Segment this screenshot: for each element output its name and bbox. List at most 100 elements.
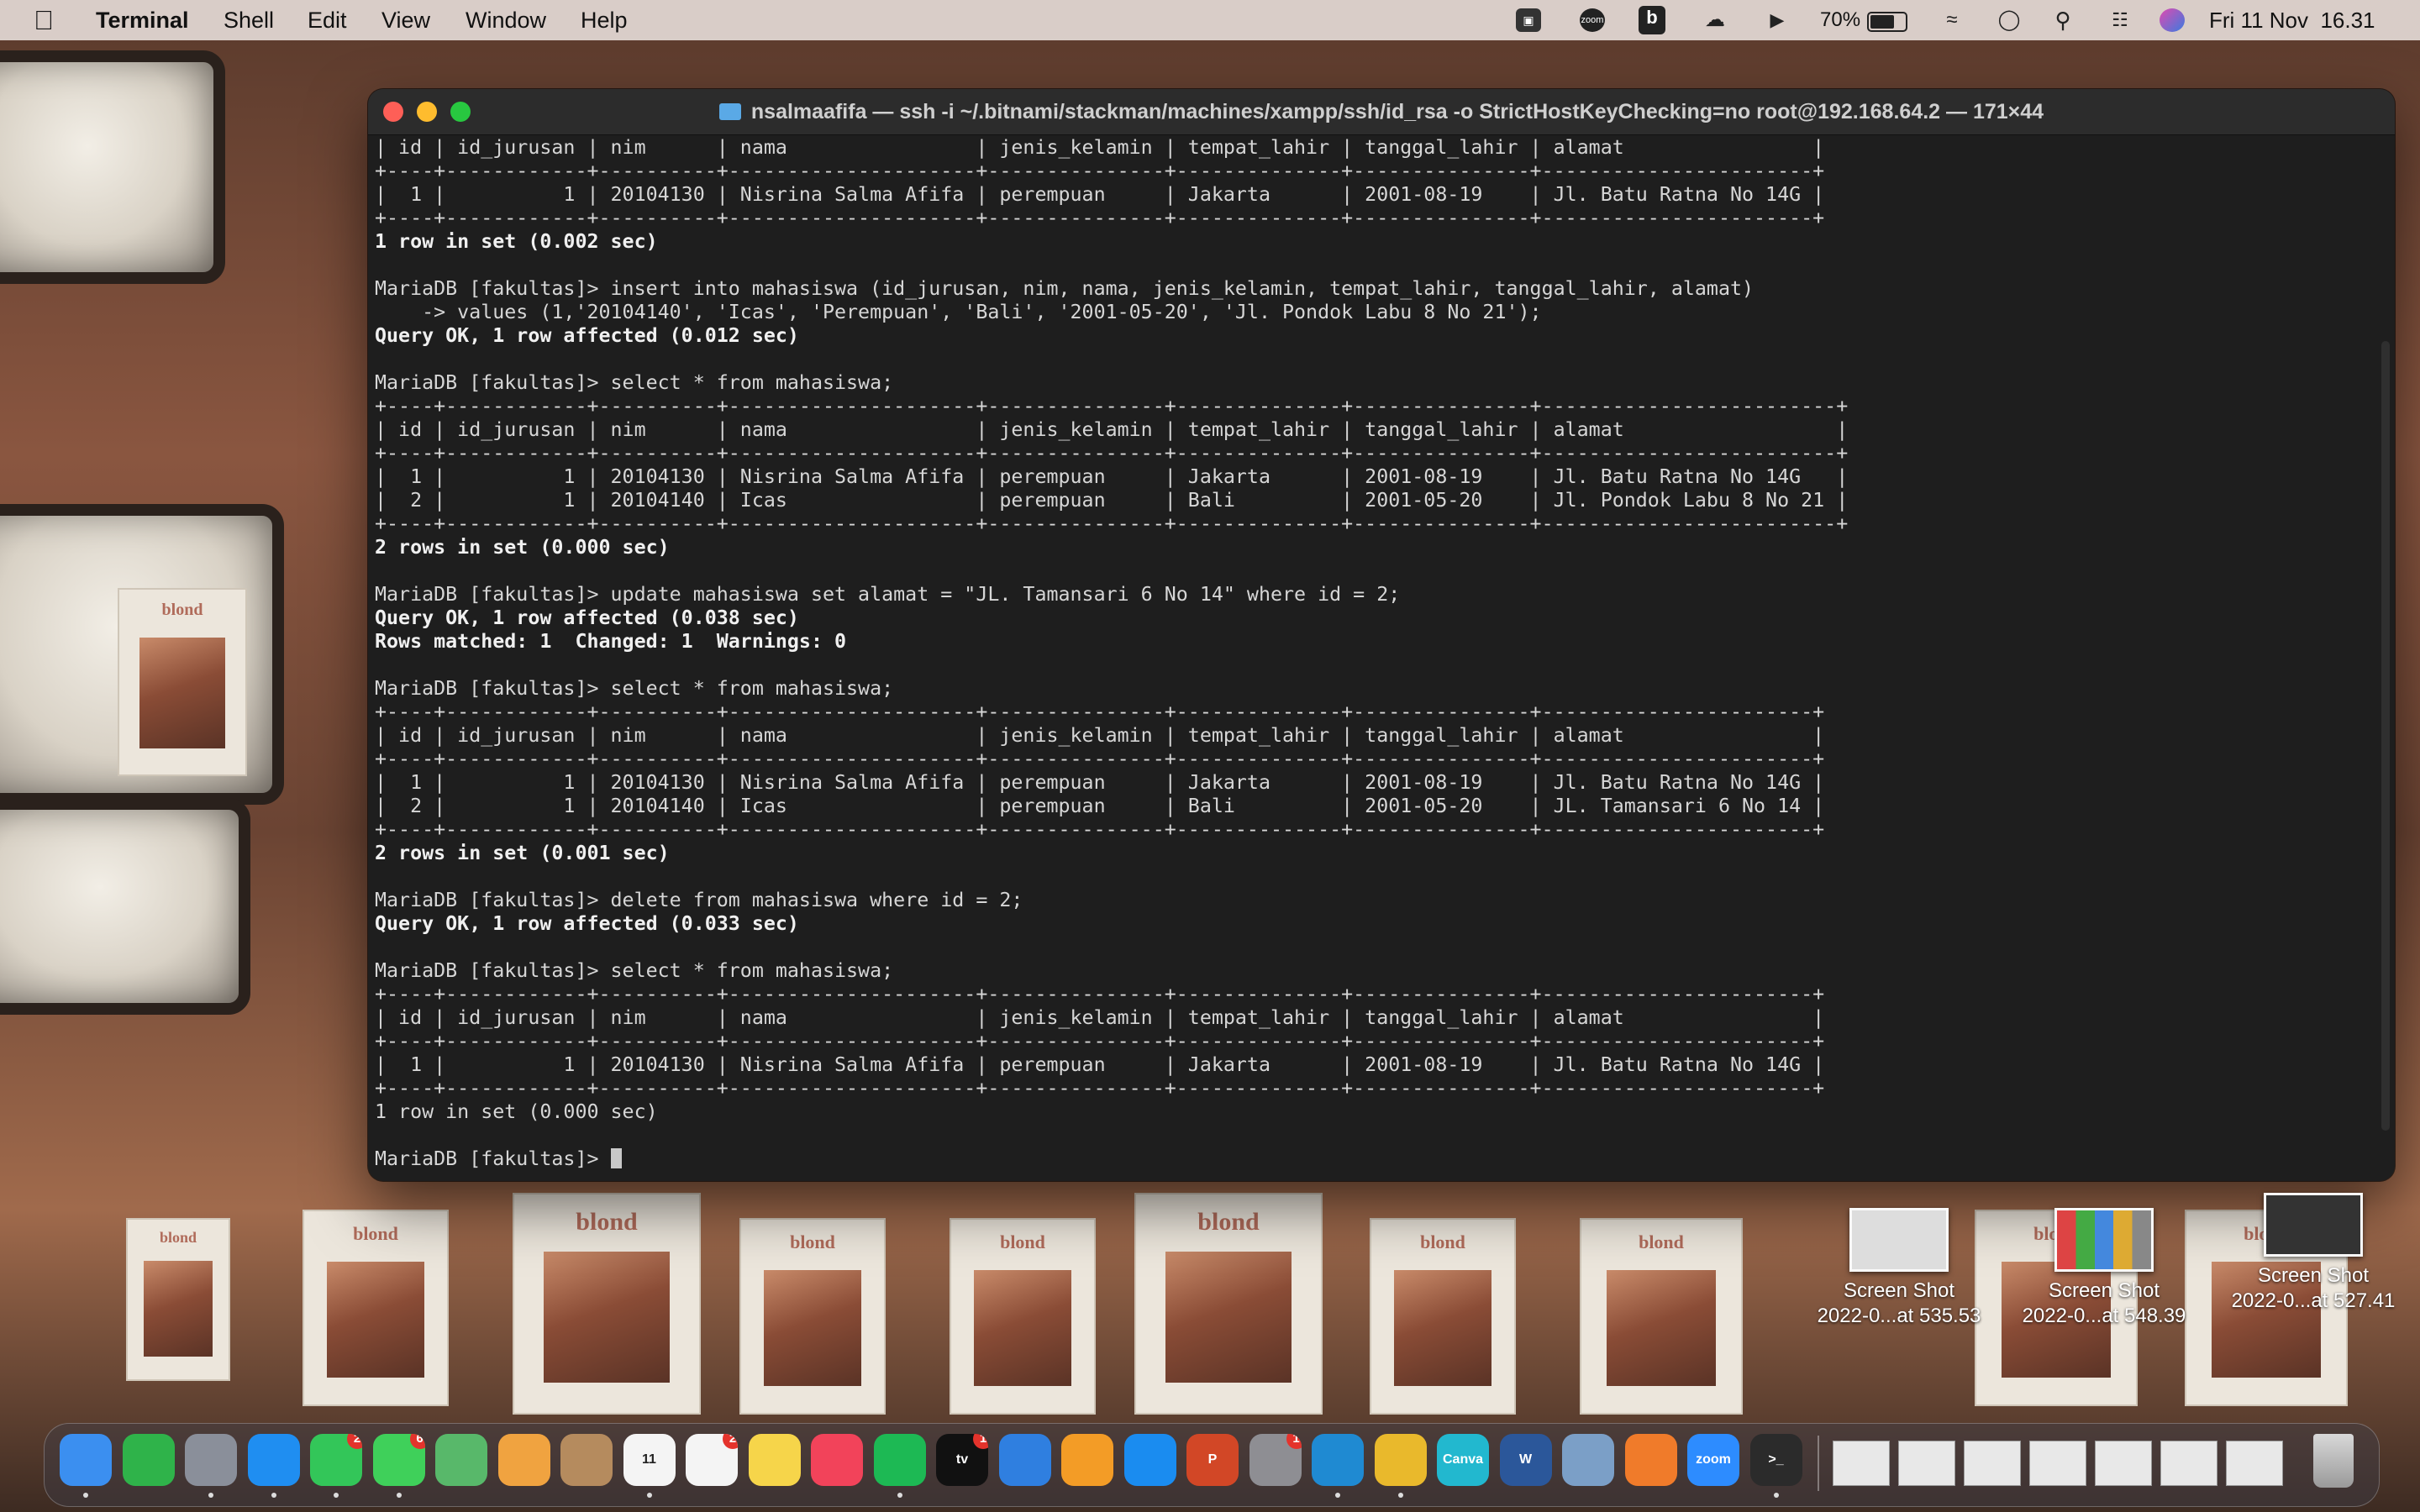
desktop-file-screenshot-1[interactable]: Screen Shot 2022-0...at 535.53 (1790, 1208, 2008, 1329)
terminal-line: +----+------------+----------+----------… (375, 512, 1849, 535)
app-menu-terminal[interactable]: Terminal (96, 0, 189, 40)
terminal-line: +----+------------+----------+----------… (375, 207, 1825, 229)
dock-app-contacts-icon[interactable] (560, 1434, 613, 1486)
dock: 2 6 11 2 tv 1 P 1 Canva Wzoom >_ (44, 1423, 2380, 1507)
desktop-file-screenshot-2[interactable]: Screen Shot 2022-0...at 548.39 (1995, 1208, 2213, 1329)
terminal-line: | id | id_jurusan | nim | nama | jenis_k… (375, 724, 1825, 747)
screen-mirror-icon[interactable]: ▣ (1516, 8, 1541, 32)
terminal-line: | 1 | 1 | 20104130 | Nisrina Salma Afifa… (375, 465, 1849, 488)
apple-menu-icon[interactable]:  (34, 0, 54, 40)
wallpaper-tv (0, 50, 225, 284)
terminal-line: | 1 | 1 | 20104130 | Nisrina Salma Afifa… (375, 183, 1825, 206)
dock-app-app-store-icon[interactable] (1123, 1434, 1176, 1486)
desktop-file-screenshot-3[interactable]: Screen Shot 2022-0...at 527.41 (2207, 1193, 2420, 1314)
dock-app-label: zoom (1696, 1452, 1731, 1467)
dock-app-launchpad-icon[interactable] (185, 1434, 237, 1486)
dock-app-notes-icon[interactable] (748, 1434, 801, 1486)
notification-badge: 1 (973, 1434, 988, 1449)
wallpaper-album-cover: blond (950, 1218, 1096, 1415)
terminal-line: | id | id_jurusan | nim | nama | jenis_k… (375, 136, 1825, 159)
dock-minimized-window[interactable] (2095, 1441, 2152, 1486)
clock[interactable]: Fri 11 Nov 16.31 (2209, 0, 2375, 40)
terminal-line: MariaDB [fakultas]> insert into mahasisw… (375, 277, 1754, 300)
dock-app-photos-icon[interactable] (497, 1434, 550, 1486)
dock-app-messages-icon[interactable]: 6 (372, 1434, 425, 1486)
dock-app-zoom-icon[interactable]: zoom (1687, 1434, 1739, 1486)
dock-minimized-window[interactable] (2029, 1441, 2086, 1486)
dock-app-music-icon[interactable] (811, 1434, 863, 1486)
user-account-icon[interactable]: ◯ (1996, 8, 2022, 32)
dock-separator (1818, 1436, 1819, 1491)
wifi-icon[interactable]: ≈ (1939, 8, 1965, 32)
dock-app-terminal-icon[interactable]: >_ (1749, 1434, 1802, 1486)
dock-minimized-window[interactable] (2226, 1441, 2283, 1486)
dock-app-chrome-icon[interactable] (1374, 1434, 1427, 1486)
creative-cloud-icon[interactable]: ☁ (1702, 8, 1728, 32)
running-indicator (271, 1493, 276, 1498)
dock-minimized-window[interactable] (1898, 1441, 1955, 1486)
terminal-line: MariaDB [fakultas]> update mahasiswa set… (375, 583, 1401, 606)
dock-app-xampp-icon[interactable] (1624, 1434, 1677, 1486)
dock-app-safari-icon[interactable] (247, 1434, 300, 1486)
terminal-window[interactable]: nsalmaafifa — ssh -i ~/.bitnami/stackman… (368, 89, 2395, 1181)
terminal-titlebar[interactable]: nsalmaafifa — ssh -i ~/.bitnami/stackman… (368, 89, 2395, 135)
zoom-tray-icon[interactable]: zoom (1580, 8, 1605, 32)
dock-app-system-preferences-icon[interactable]: 1 (1249, 1434, 1302, 1486)
dock-app-pages-icon[interactable] (1061, 1434, 1113, 1486)
menu-view[interactable]: View (381, 0, 430, 40)
dock-app-calendar-icon[interactable]: 11 (623, 1434, 676, 1486)
dock-app-powerpoint-icon[interactable]: P (1186, 1434, 1239, 1486)
wallpaper-album-cover: blond (513, 1193, 701, 1415)
search-icon[interactable]: ⚲ (2050, 8, 2075, 32)
wallpaper-album-cover: blond (126, 1218, 230, 1381)
menu-edit[interactable]: Edit (308, 0, 347, 40)
minimize-button[interactable] (417, 102, 437, 122)
play-icon[interactable]: ▶ (1765, 8, 1790, 32)
dock-app-label: W (1518, 1452, 1533, 1467)
control-center-icon[interactable]: ☷ (2107, 8, 2133, 32)
wallpaper-album-cover: blond (1370, 1218, 1516, 1415)
terminal-output[interactable]: | id | id_jurusan | nim | nama | jenis_k… (375, 136, 2395, 1181)
dock-app-keynote-icon[interactable] (998, 1434, 1051, 1486)
notification-badge: 2 (723, 1434, 738, 1449)
dock-app-finder-icon[interactable] (60, 1434, 112, 1486)
trash-icon[interactable] (2313, 1434, 2354, 1488)
battery-percent: 70% (1820, 8, 1861, 31)
zoom-button[interactable] (450, 102, 471, 122)
scrollbar[interactable] (2381, 341, 2390, 1131)
dock-app-label: 11 (642, 1452, 656, 1467)
terminal-line: Query OK, 1 row affected (0.038 sec) (375, 606, 799, 629)
dock-app-reminders-icon[interactable]: 2 (686, 1434, 738, 1486)
dock-minimized-window[interactable] (1964, 1441, 2021, 1486)
menu-shell[interactable]: Shell (224, 0, 274, 40)
dock-app-vscode-icon[interactable] (1312, 1434, 1364, 1486)
dock-app-preview-icon[interactable] (1562, 1434, 1614, 1486)
terminal-line: Query OK, 1 row affected (0.033 sec) (375, 912, 799, 935)
dock-app-maps-icon[interactable] (435, 1434, 487, 1486)
menu-help[interactable]: Help (581, 0, 628, 40)
dock-minimized-window[interactable] (1833, 1441, 1890, 1486)
siri-icon[interactable] (2160, 8, 2185, 32)
battery-icon[interactable] (1867, 12, 1907, 32)
running-indicator (897, 1493, 902, 1498)
notification-badge: 1 (1286, 1434, 1302, 1449)
close-button[interactable] (383, 102, 403, 122)
dock-minimized-window[interactable] (2160, 1441, 2217, 1486)
dock-app-canva-icon[interactable]: Canva (1437, 1434, 1489, 1486)
running-indicator (208, 1493, 213, 1498)
terminal-line: +----+------------+----------+----------… (375, 1030, 1825, 1053)
dock-app-spotify-icon[interactable] (873, 1434, 926, 1486)
terminal-line: +----+------------+----------+----------… (375, 442, 1849, 465)
dock-app-numbers-icon[interactable] (122, 1434, 175, 1486)
dock-app-facetime-icon[interactable]: 2 (310, 1434, 362, 1486)
wallpaper-album-cover: blond (1134, 1193, 1323, 1415)
dock-app-apple-tv-icon[interactable]: tv 1 (936, 1434, 988, 1486)
menu-window[interactable]: Window (466, 0, 546, 40)
bitwarden-icon[interactable]: b (1639, 6, 1665, 34)
dock-app-word-icon[interactable]: W (1499, 1434, 1552, 1486)
